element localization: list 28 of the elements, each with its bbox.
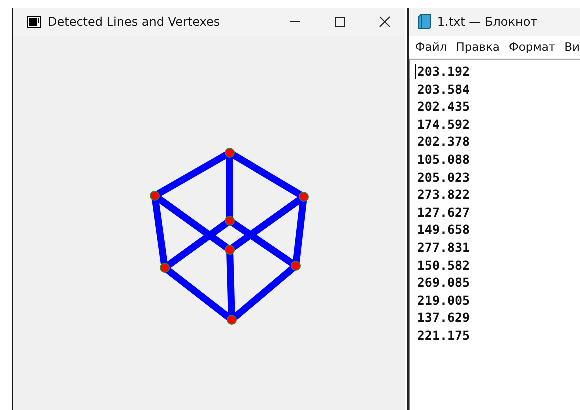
text-editor[interactable]: 203.192 203.584 202.435 174.592 202.378 105.088 205.023 273.822 127.627 149.658 277.831 150.582 269.085 219.005 137.629 221.175 [409,59,580,410]
menu-item[interactable]: Ви [564,40,580,54]
app-icon [27,16,41,28]
menu-item[interactable]: Формат [508,40,556,54]
text-line: 202.435 [417,98,470,116]
text-line: 277.831 [417,238,470,257]
close-icon[interactable] [379,16,392,28]
text-line: 174.592 [417,116,470,134]
window-title: 1.txt — Блокнот [437,15,538,29]
text-line: 219.005 [417,292,470,310]
notepad-icon [418,14,432,30]
menu-item[interactable]: Файл [415,40,448,54]
text-line: 202.378 [417,133,470,151]
window-title: Detected Lines and Vertexes [48,15,222,29]
text-line: 269.085 [417,274,470,292]
text-line: 150.582 [417,256,470,274]
text-line: 149.658 [417,221,470,239]
text-line: 205.023 [417,168,470,186]
menu-item[interactable]: Правка [456,40,500,54]
text-line: 137.629 [417,309,470,327]
text-line: 273.822 [417,186,470,204]
text-line: 203.584 [417,80,470,98]
text-line: 221.175 [417,326,470,344]
text-line: 203.192 [417,63,470,81]
text-cursor-icon [415,64,416,79]
text-line: 127.627 [417,204,470,222]
maximize-icon[interactable] [334,16,346,28]
text-line: 105.088 [417,150,470,169]
